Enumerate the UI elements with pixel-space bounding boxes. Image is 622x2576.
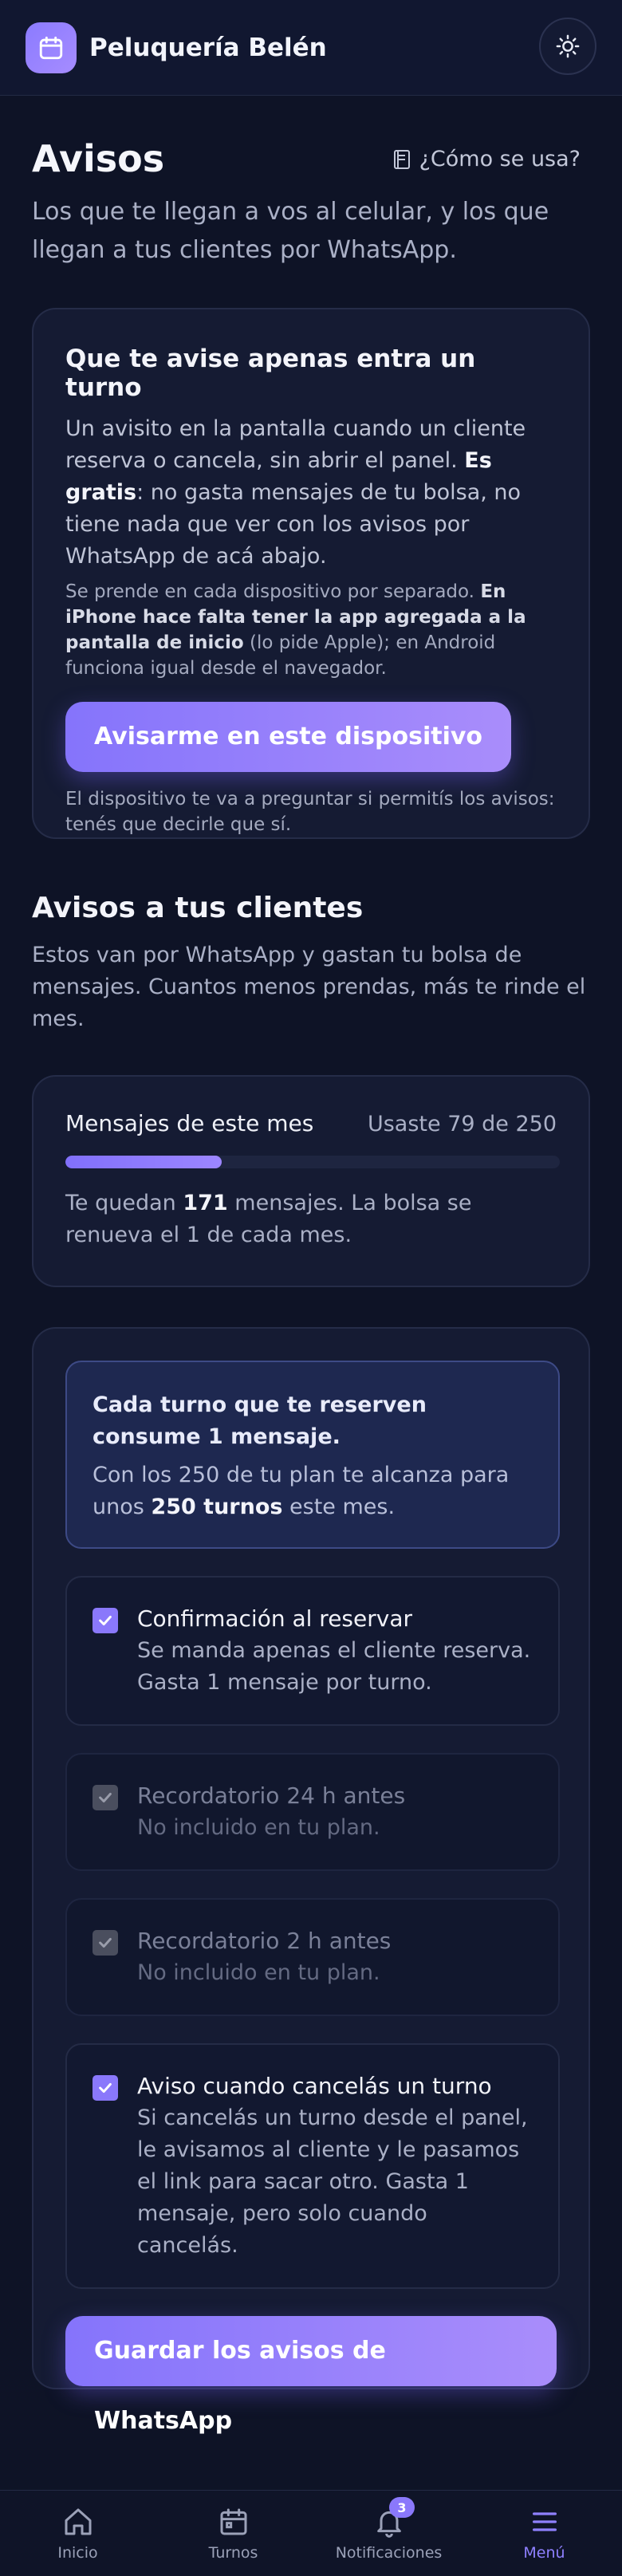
sun-icon [556,34,580,58]
info-title: Cada turno que te reserven consume 1 men… [93,1392,427,1449]
option-reminder-24h: Recordatorio 24 h antes No incluido en t… [65,1753,560,1871]
checkbox-confirmation[interactable] [93,1608,118,1633]
howto-link[interactable]: ¿Cómo se usa? [392,147,581,171]
nav-label: Inicio [57,2543,98,2562]
bottom-nav: Inicio Turnos 3 Notificaciones Menú [0,2490,622,2576]
usage-progress-fill [65,1156,222,1168]
book-icon [393,149,410,169]
device-card-note-text: Se prende en cada dispositivo por separa… [65,581,481,602]
usage-count: Usaste 79 de 250 [367,1112,557,1136]
option-confirmation[interactable]: Confirmación al reservar Se manda apenas… [65,1576,560,1726]
usage-progress-bar [65,1156,560,1168]
page-title: Avisos [32,137,165,180]
nav-label: Notificaciones [335,2543,443,2562]
clients-section-subtitle: Estos van por WhatsApp y gastan tu bolsa… [32,943,586,1031]
home-icon [65,2508,91,2535]
nav-item-turnos[interactable]: Turnos [156,2491,311,2576]
device-card-hint: El dispositivo te va a preguntar si perm… [65,789,555,835]
option-title: Recordatorio 24 h antes [137,1782,406,1809]
option-desc: No incluido en tu plan. [137,1815,380,1840]
check-icon [99,1615,112,1626]
usage-label: Mensajes de este mes [65,1110,314,1136]
howto-label: ¿Cómo se usa? [419,147,581,171]
option-cancellation[interactable]: Aviso cuando cancelás un turno Si cancel… [65,2043,560,2289]
nav-item-menu[interactable]: Menú [467,2491,622,2576]
usage-remaining-note: Te quedan 171 mensajes. La bolsa se renu… [65,1188,557,1251]
device-notifications-card: Que te avise apenas entra un turno Un av… [32,308,590,839]
nav-label: Turnos [208,2543,258,2562]
option-desc: Se manda apenas el cliente reserva. Gast… [137,1638,531,1695]
nav-label: Menú [523,2543,565,2562]
device-card-note: Se prende en cada dispositivo por separa… [65,579,557,681]
page-subtitle: Los que te llegan a vos al celular, y lo… [32,198,549,264]
clients-section-title: Avisos a tus clientes [32,892,364,924]
check-icon [99,1937,112,1948]
info-body-text-end: este mes. [282,1495,396,1519]
device-card-body-text: Un avisito en la pantalla cuando un clie… [65,416,526,473]
usage-remaining-count: 171 [183,1191,228,1215]
info-body: Con los 250 de tu plan te alcanza para u… [93,1459,533,1523]
notification-badge: 3 [389,2497,415,2518]
option-reminder-2h: Recordatorio 2 h antes No incluido en tu… [65,1898,560,2016]
checkbox-reminder-2h [93,1930,118,1956]
save-whatsapp-settings-button[interactable]: Guardar los avisos de WhatsApp [65,2316,557,2435]
option-desc: Si cancelás un turno desde el panel, le … [137,2105,528,2258]
nav-item-inicio[interactable]: Inicio [0,2491,156,2576]
option-desc: No incluido en tu plan. [137,1960,380,1985]
device-card-body: Un avisito en la pantalla cuando un clie… [65,413,557,573]
option-title: Aviso cuando cancelás un turno [137,2073,492,2099]
check-icon [99,1792,112,1803]
calendar-icon [26,22,77,73]
calendar-icon [220,2508,246,2535]
enable-device-notifications-button[interactable]: Avisarme en este dispositivo [65,702,512,772]
usage-remaining-text: Te quedan [65,1191,183,1215]
device-card-title: Que te avise apenas entra un turno [65,345,476,402]
app-name: Peluquería Belén [89,33,327,62]
option-title: Confirmación al reservar [137,1605,412,1632]
nav-item-notificaciones[interactable]: 3 Notificaciones [311,2491,467,2576]
whatsapp-options-card: Cada turno que te reserven consume 1 men… [32,1327,590,2435]
check-icon [99,2082,112,2093]
checkbox-reminder-24h [93,1785,118,1810]
theme-toggle-button[interactable] [539,18,596,75]
checkbox-cancellation[interactable] [93,2075,118,2101]
menu-icon [532,2511,557,2531]
consumption-info-box: Cada turno que te reserven consume 1 men… [65,1361,560,1549]
option-title: Recordatorio 2 h antes [137,1928,392,1954]
info-body-bold: 250 turnos [151,1495,283,1519]
message-usage-card: Mensajes de este mes Usaste 79 de 250 Te… [32,1075,590,1287]
app-header: Peluquería Belén [0,0,622,96]
